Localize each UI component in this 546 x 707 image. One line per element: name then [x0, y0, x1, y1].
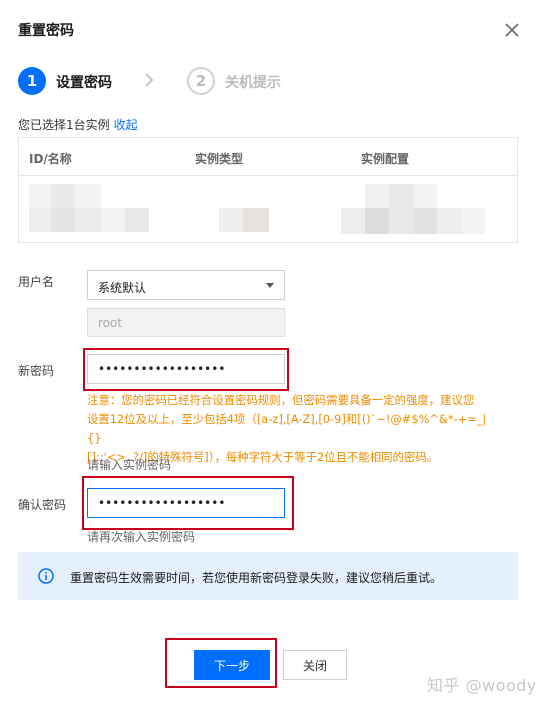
step-1-number: 1: [18, 67, 46, 95]
dialog-title: 重置密码: [18, 23, 74, 39]
info-circle-icon: [38, 568, 54, 587]
selected-count-text: 您已选择1台实例: [18, 118, 110, 132]
chevron-right-icon: [144, 72, 154, 91]
username-readonly-field: root: [87, 308, 285, 337]
confirm-password-label: 确认密码: [18, 498, 67, 512]
redacted-type-cell: [219, 208, 269, 232]
confirm-password-input[interactable]: [87, 488, 285, 518]
username-label: 用户名: [18, 275, 55, 289]
instance-table: ID/名称 实例类型 实例配置: [18, 137, 518, 243]
column-header-instance-type: 实例类型: [195, 152, 244, 166]
collapse-link[interactable]: 收起: [114, 118, 138, 132]
step-1-label: 设置密码: [56, 75, 112, 91]
column-header-instance-config: 实例配置: [361, 152, 410, 166]
username-select[interactable]: 系统默认: [87, 270, 285, 300]
new-password-input[interactable]: [87, 354, 285, 384]
info-notice-text: 重置密码生效需要时间，若您使用新密码登录失败，建议您稍后重试。: [70, 571, 443, 585]
new-password-label: 新密码: [18, 364, 55, 378]
selected-instance-summary: 您已选择1台实例 收起: [18, 116, 138, 133]
new-password-hint: 请输入实例密码: [87, 458, 172, 472]
close-icon[interactable]: [500, 18, 524, 42]
table-header: ID/名称 实例类型 实例配置: [19, 138, 517, 176]
redacted-config-cell: [341, 184, 489, 236]
info-notice: 重置密码生效需要时间，若您使用新密码登录失败，建议您稍后重试。: [18, 552, 518, 600]
step-2-number: 2: [187, 67, 215, 95]
column-header-id-name: ID/名称: [29, 152, 72, 166]
watermark: 知乎 @woody: [427, 676, 537, 695]
close-button[interactable]: 关闭: [283, 650, 347, 680]
username-select-value: 系统默认: [98, 281, 147, 295]
caret-down-icon: [266, 283, 274, 288]
step-2-label: 关机提示: [225, 75, 281, 91]
confirm-password-hint: 请再次输入实例密码: [87, 530, 196, 544]
next-step-button[interactable]: 下一步: [194, 650, 270, 680]
redacted-id-cell: [29, 184, 149, 232]
